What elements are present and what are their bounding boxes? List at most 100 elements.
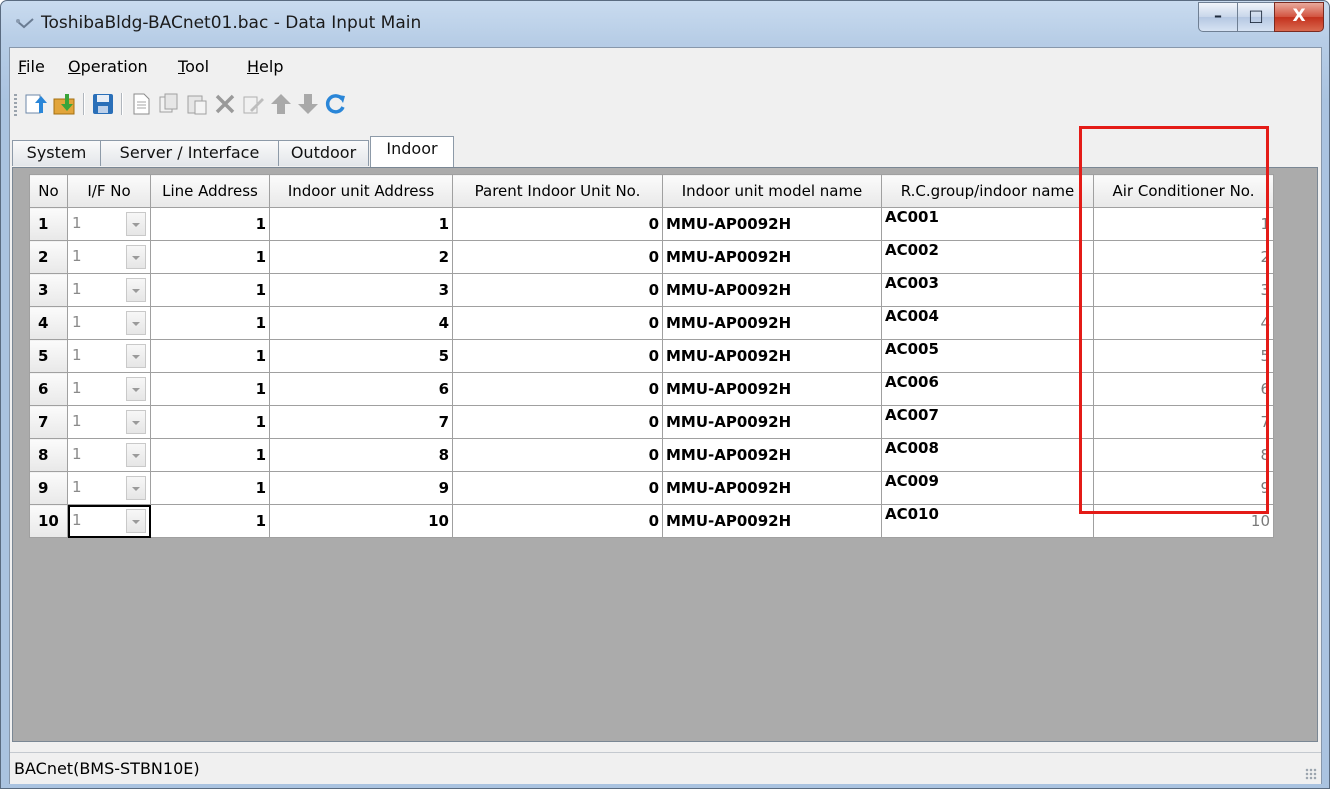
dropdown-arrow-icon[interactable] (126, 443, 146, 467)
table-row[interactable]: 3 1 1 3 0 MMU-AP0092H AC003 3 (29, 273, 1274, 307)
move-down-icon[interactable] (295, 91, 321, 117)
column-header-no[interactable]: No (29, 174, 68, 208)
toolbar-grip[interactable] (14, 94, 17, 116)
indoor-unit-address-cell[interactable]: 5 (269, 339, 453, 373)
minimize-button[interactable]: – (1198, 2, 1238, 32)
refresh-icon[interactable] (322, 91, 348, 117)
row-number[interactable]: 5 (29, 339, 68, 373)
indoor-unit-address-cell[interactable]: 7 (269, 405, 453, 439)
tab-outdoor[interactable]: Outdoor (278, 140, 369, 166)
model-name-cell[interactable]: MMU-AP0092H (662, 339, 882, 373)
dropdown-arrow-icon[interactable] (126, 377, 146, 401)
line-address-cell[interactable]: 1 (150, 438, 270, 472)
parent-indoor-unit-cell[interactable]: 0 (452, 273, 663, 307)
model-name-cell[interactable]: MMU-AP0092H (662, 405, 882, 439)
line-address-cell[interactable]: 1 (150, 240, 270, 274)
dropdown-arrow-icon[interactable] (126, 410, 146, 434)
if-no-combo[interactable]: 1 (67, 306, 151, 340)
parent-indoor-unit-cell[interactable]: 0 (452, 471, 663, 505)
row-number[interactable]: 9 (29, 471, 68, 505)
tab-indoor[interactable]: Indoor (370, 136, 454, 167)
air-conditioner-no-cell[interactable]: 8 (1093, 438, 1274, 472)
model-name-cell[interactable]: MMU-AP0092H (662, 504, 882, 538)
if-no-combo[interactable]: 1 (67, 207, 151, 241)
column-header-parent-indoor-unit-no[interactable]: Parent Indoor Unit No. (452, 174, 663, 208)
dropdown-arrow-icon[interactable] (126, 509, 146, 533)
parent-indoor-unit-cell[interactable]: 0 (452, 240, 663, 274)
if-no-combo[interactable]: 1 (67, 372, 151, 406)
line-address-cell[interactable]: 1 (150, 471, 270, 505)
line-address-cell[interactable]: 1 (150, 306, 270, 340)
line-address-cell[interactable]: 1 (150, 504, 270, 538)
air-conditioner-no-cell[interactable]: 7 (1093, 405, 1274, 439)
row-number[interactable]: 2 (29, 240, 68, 274)
column-header-line-address[interactable]: Line Address (150, 174, 270, 208)
if-no-combo[interactable]: 1 (67, 438, 151, 472)
column-header-rc-group-indoor-name[interactable]: R.C.group/indoor name (881, 174, 1094, 208)
row-number[interactable]: 4 (29, 306, 68, 340)
row-number[interactable]: 8 (29, 438, 68, 472)
rc-group-name-cell[interactable]: AC003 (881, 273, 1094, 307)
parent-indoor-unit-cell[interactable]: 0 (452, 504, 663, 538)
table-row[interactable]: 9 1 1 9 0 MMU-AP0092H AC009 9 (29, 471, 1274, 505)
if-no-combo[interactable]: 1 (67, 339, 151, 373)
parent-indoor-unit-cell[interactable]: 0 (452, 207, 663, 241)
row-number[interactable]: 7 (29, 405, 68, 439)
if-no-combo[interactable]: 1 (67, 471, 151, 505)
delete-icon[interactable] (212, 91, 238, 117)
parent-indoor-unit-cell[interactable]: 0 (452, 438, 663, 472)
table-row[interactable]: 7 1 1 7 0 MMU-AP0092H AC007 7 (29, 405, 1274, 439)
column-header-indoor-unit-address[interactable]: Indoor unit Address (269, 174, 453, 208)
line-address-cell[interactable]: 1 (150, 405, 270, 439)
table-row[interactable]: 1 1 1 1 0 MMU-AP0092H AC001 1 (29, 207, 1274, 241)
rc-group-name-cell[interactable]: AC002 (881, 240, 1094, 274)
model-name-cell[interactable]: MMU-AP0092H (662, 273, 882, 307)
parent-indoor-unit-cell[interactable]: 0 (452, 306, 663, 340)
dropdown-arrow-icon[interactable] (126, 245, 146, 269)
menu-file[interactable]: File (18, 57, 45, 76)
column-header-air-conditioner-no[interactable]: Air Conditioner No. (1093, 174, 1274, 208)
rc-group-name-cell[interactable]: AC005 (881, 339, 1094, 373)
indoor-unit-address-cell[interactable]: 4 (269, 306, 453, 340)
if-no-combo[interactable]: 1 (67, 273, 151, 307)
close-button[interactable]: X (1274, 2, 1324, 32)
column-header-indoor-unit-model-name[interactable]: Indoor unit model name (662, 174, 882, 208)
air-conditioner-no-cell[interactable]: 5 (1093, 339, 1274, 373)
if-no-combo[interactable]: 1 (67, 405, 151, 439)
resize-grip[interactable] (1305, 768, 1317, 780)
table-row[interactable]: 5 1 1 5 0 MMU-AP0092H AC005 5 (29, 339, 1274, 373)
if-no-combo[interactable]: 1 (67, 504, 151, 538)
row-number[interactable]: 6 (29, 372, 68, 406)
dropdown-arrow-icon[interactable] (126, 344, 146, 368)
rc-group-name-cell[interactable]: AC009 (881, 471, 1094, 505)
column-header-if-no[interactable]: I/F No (67, 174, 151, 208)
indoor-unit-address-cell[interactable]: 2 (269, 240, 453, 274)
parent-indoor-unit-cell[interactable]: 0 (452, 405, 663, 439)
rc-group-name-cell[interactable]: AC004 (881, 306, 1094, 340)
model-name-cell[interactable]: MMU-AP0092H (662, 471, 882, 505)
line-address-cell[interactable]: 1 (150, 339, 270, 373)
tab-system[interactable]: System (12, 140, 101, 166)
import-icon[interactable] (22, 91, 48, 117)
title-bar[interactable]: ToshibaBldg-BACnet01.bac - Data Input Ma… (1, 1, 1329, 47)
model-name-cell[interactable]: MMU-AP0092H (662, 438, 882, 472)
air-conditioner-no-cell[interactable]: 10 (1093, 504, 1274, 538)
indoor-unit-address-cell[interactable]: 3 (269, 273, 453, 307)
edit-icon[interactable] (240, 91, 266, 117)
table-row[interactable]: 6 1 1 6 0 MMU-AP0092H AC006 6 (29, 372, 1274, 406)
table-row[interactable]: 4 1 1 4 0 MMU-AP0092H AC004 4 (29, 306, 1274, 340)
dropdown-arrow-icon[interactable] (126, 212, 146, 236)
parent-indoor-unit-cell[interactable]: 0 (452, 372, 663, 406)
air-conditioner-no-cell[interactable]: 2 (1093, 240, 1274, 274)
line-address-cell[interactable]: 1 (150, 273, 270, 307)
save-icon[interactable] (90, 91, 116, 117)
indoor-unit-address-cell[interactable]: 10 (269, 504, 453, 538)
new-icon[interactable] (128, 91, 154, 117)
rc-group-name-cell[interactable]: AC006 (881, 372, 1094, 406)
tab-server-interface[interactable]: Server / Interface (100, 140, 279, 166)
dropdown-arrow-icon[interactable] (126, 311, 146, 335)
table-row[interactable]: 2 1 1 2 0 MMU-AP0092H AC002 2 (29, 240, 1274, 274)
air-conditioner-no-cell[interactable]: 6 (1093, 372, 1274, 406)
paste-icon[interactable] (184, 91, 210, 117)
air-conditioner-no-cell[interactable]: 4 (1093, 306, 1274, 340)
